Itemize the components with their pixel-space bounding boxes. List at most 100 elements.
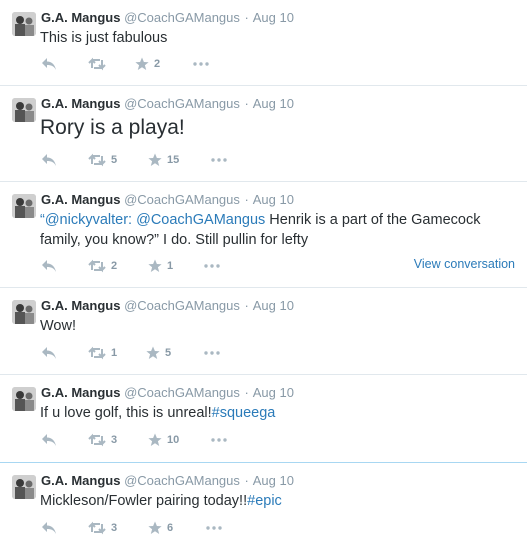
retweet-button[interactable]: 2: [88, 257, 117, 275]
hashtag-link[interactable]: #epic: [247, 493, 282, 509]
favorite-button[interactable]: 1: [148, 257, 173, 275]
star-icon: [148, 433, 162, 446]
star-icon: [135, 57, 149, 70]
favorite-count: 5: [165, 347, 172, 359]
star-icon: [146, 346, 160, 359]
reply-icon: [42, 58, 56, 70]
more-button[interactable]: [193, 55, 209, 73]
avatar[interactable]: [12, 98, 36, 122]
retweet-button[interactable]: 5: [88, 151, 117, 169]
hashtag-link[interactable]: #squeega: [212, 405, 276, 421]
more-button[interactable]: [204, 344, 220, 362]
tweet-text-body: Mickleson/Fowler pairing today!!: [40, 493, 248, 509]
tweet-item[interactable]: G.A. Mangus @CoachGAMangus · Aug 10 If u…: [0, 375, 527, 462]
tweet-timestamp[interactable]: Aug 10: [253, 298, 294, 313]
separator: ·: [244, 10, 249, 25]
more-button[interactable]: [204, 257, 220, 275]
tweet-timestamp[interactable]: Aug 10: [253, 385, 294, 400]
tweet-text: This is just fabulous: [40, 30, 168, 46]
avatar[interactable]: [12, 194, 36, 218]
avatar[interactable]: [12, 387, 36, 411]
reply-icon: [42, 434, 56, 446]
tweet-item[interactable]: G.A. Mangus @CoachGAMangus · Aug 10 Mick…: [0, 462, 527, 546]
retweet-icon: [88, 521, 106, 535]
tweet-timestamp[interactable]: Aug 10: [253, 192, 294, 207]
reply-icon: [42, 347, 56, 359]
more-icon: [211, 158, 227, 162]
reply-button[interactable]: [41, 55, 57, 73]
tweet-header: G.A. Mangus @CoachGAMangus · Aug 10: [41, 192, 294, 208]
tweet-text: Mickleson/Fowler pairing today!!#epic: [40, 491, 520, 511]
favorite-count: 6: [167, 522, 174, 534]
favorite-button[interactable]: 10: [148, 431, 179, 449]
author-handle[interactable]: @CoachGAMangus: [124, 192, 240, 207]
mention-link[interactable]: “@nickyvalter:: [40, 212, 132, 228]
star-icon: [148, 259, 162, 272]
tweet-timestamp[interactable]: Aug 10: [253, 473, 294, 488]
tweet-timestamp[interactable]: Aug 10: [253, 96, 294, 111]
author-name[interactable]: G.A. Mangus: [41, 192, 120, 207]
retweet-icon: [88, 433, 106, 447]
star-icon: [148, 153, 162, 166]
favorite-count: 10: [167, 434, 180, 446]
reply-icon: [42, 260, 56, 272]
tweet-item[interactable]: G.A. Mangus @CoachGAMangus · Aug 10 This…: [0, 0, 527, 86]
favorite-button[interactable]: 2: [135, 55, 160, 73]
author-handle[interactable]: @CoachGAMangus: [124, 96, 240, 111]
tweet-item[interactable]: G.A. Mangus @CoachGAMangus · Aug 10 Wow!…: [0, 288, 527, 375]
favorite-count: 1: [167, 260, 174, 272]
tweet-text: Wow!: [40, 318, 76, 334]
reply-button[interactable]: [41, 344, 57, 362]
author-name[interactable]: G.A. Mangus: [41, 96, 120, 111]
tweet-item[interactable]: G.A. Mangus @CoachGAMangus · Aug 10 Rory…: [0, 86, 527, 182]
retweet-button[interactable]: [88, 55, 111, 73]
retweet-icon: [88, 57, 106, 71]
reply-button[interactable]: [41, 257, 57, 275]
more-icon: [211, 438, 227, 442]
favorite-button[interactable]: 5: [146, 344, 171, 362]
separator: ·: [244, 192, 249, 207]
retweet-icon: [88, 346, 106, 360]
author-handle[interactable]: @CoachGAMangus: [124, 473, 240, 488]
more-button[interactable]: [211, 151, 227, 169]
retweet-button[interactable]: 1: [88, 344, 117, 362]
retweet-count: 3: [111, 434, 118, 446]
retweet-button[interactable]: 3: [88, 519, 117, 537]
more-icon: [206, 526, 222, 530]
reply-icon: [42, 522, 56, 534]
retweet-icon: [88, 153, 106, 167]
author-handle[interactable]: @CoachGAMangus: [124, 298, 240, 313]
view-conversation-link[interactable]: View conversation: [414, 257, 515, 271]
tweet-header: G.A. Mangus @CoachGAMangus · Aug 10: [41, 473, 294, 489]
reply-button[interactable]: [41, 519, 57, 537]
retweet-button[interactable]: 3: [88, 431, 117, 449]
author-handle[interactable]: @CoachGAMangus: [124, 10, 240, 25]
retweet-count: 5: [111, 154, 118, 166]
tweet-text: If u love golf, this is unreal!#squeega: [40, 403, 520, 423]
more-button[interactable]: [211, 431, 227, 449]
star-icon: [148, 521, 162, 534]
tweet-item[interactable]: G.A. Mangus @CoachGAMangus · Aug 10 “@ni…: [0, 182, 527, 288]
favorite-count: 2: [154, 58, 161, 70]
mention-link[interactable]: @CoachGAMangus: [136, 212, 265, 228]
tweet-timestamp[interactable]: Aug 10: [253, 10, 294, 25]
retweet-count: 2: [111, 260, 118, 272]
favorite-button[interactable]: 15: [148, 151, 179, 169]
more-button[interactable]: [206, 519, 222, 537]
avatar[interactable]: [12, 12, 36, 36]
author-name[interactable]: G.A. Mangus: [41, 298, 120, 313]
reply-button[interactable]: [41, 151, 57, 169]
reply-button[interactable]: [41, 431, 57, 449]
favorite-button[interactable]: 6: [148, 519, 173, 537]
author-handle[interactable]: @CoachGAMangus: [124, 385, 240, 400]
retweet-count: 3: [111, 522, 118, 534]
author-name[interactable]: G.A. Mangus: [41, 10, 120, 25]
avatar[interactable]: [12, 475, 36, 499]
more-icon: [193, 62, 209, 66]
separator: ·: [244, 298, 249, 313]
favorite-count: 15: [167, 154, 180, 166]
tweet-header: G.A. Mangus @CoachGAMangus · Aug 10: [41, 385, 294, 401]
author-name[interactable]: G.A. Mangus: [41, 385, 120, 400]
author-name[interactable]: G.A. Mangus: [41, 473, 120, 488]
avatar[interactable]: [12, 300, 36, 324]
